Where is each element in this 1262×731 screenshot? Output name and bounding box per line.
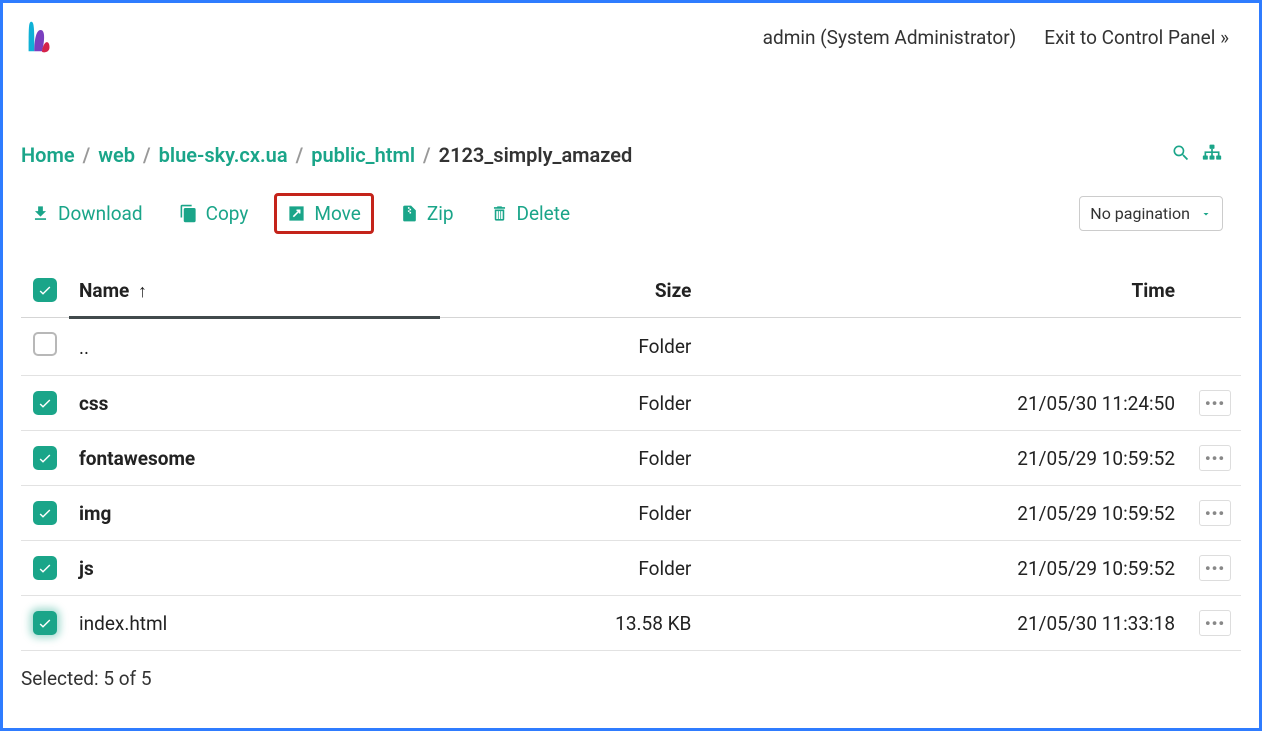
exit-link[interactable]: Exit to Control Panel » (1044, 26, 1229, 49)
file-size: Folder (440, 431, 702, 486)
pagination-select[interactable]: No pagination (1079, 196, 1223, 231)
delete-label: Delete (517, 202, 571, 225)
zip-label: Zip (427, 202, 454, 225)
row-checkbox[interactable] (33, 332, 57, 356)
file-name[interactable]: js (69, 541, 440, 596)
file-time: 21/05/29 10:59:52 (701, 541, 1185, 596)
row-checkbox[interactable] (33, 501, 57, 525)
size-column-header[interactable]: Size (440, 268, 702, 318)
file-time: 21/05/30 11:33:18 (701, 596, 1185, 651)
breadcrumb-item[interactable]: public_html (311, 143, 415, 167)
file-name[interactable]: css (69, 376, 440, 431)
copy-label: Copy (206, 202, 249, 225)
search-icon[interactable] (1171, 143, 1191, 167)
copy-button[interactable]: Copy (169, 196, 259, 231)
chevron-down-icon (1200, 208, 1212, 220)
row-checkbox[interactable] (33, 556, 57, 580)
table-row[interactable]: jsFolder21/05/29 10:59:52 ••• (21, 541, 1241, 596)
table-row[interactable]: imgFolder21/05/29 10:59:52 ••• (21, 486, 1241, 541)
file-time: 21/05/30 11:24:50 (701, 376, 1185, 431)
selection-status: Selected: 5 of 5 (3, 651, 1259, 706)
file-size: Folder (440, 376, 702, 431)
file-time: 21/05/29 10:59:52 (701, 486, 1185, 541)
row-actions-button[interactable]: ••• (1199, 390, 1231, 416)
breadcrumb-separator: / (423, 143, 431, 167)
breadcrumb-separator: / (143, 143, 151, 167)
row-actions-button[interactable]: ••• (1199, 555, 1231, 581)
user-link[interactable]: admin (System Administrator) (763, 26, 1017, 49)
table-row[interactable]: index.html13.58 KB21/05/30 11:33:18 ••• (21, 596, 1241, 651)
sort-arrow-up-icon: ↑ (138, 281, 147, 302)
breadcrumb-item[interactable]: web (98, 143, 135, 167)
tree-icon[interactable] (1201, 143, 1223, 167)
delete-button[interactable]: Delete (480, 196, 581, 231)
row-actions-button[interactable]: ••• (1199, 500, 1231, 526)
row-actions-button[interactable]: ••• (1199, 610, 1231, 636)
breadcrumb-item[interactable]: blue-sky.cx.ua (159, 143, 288, 167)
download-label: Download (58, 202, 143, 225)
logo (21, 17, 59, 57)
table-row[interactable]: fontawesomeFolder21/05/29 10:59:52 ••• (21, 431, 1241, 486)
row-checkbox[interactable] (33, 611, 57, 635)
time-column-header[interactable]: Time (701, 268, 1185, 318)
select-all-checkbox[interactable] (33, 278, 57, 302)
file-name[interactable]: .. (69, 318, 440, 376)
zip-button[interactable]: Zip (390, 196, 464, 231)
file-size: Folder (440, 486, 702, 541)
file-size: 13.58 KB (440, 596, 702, 651)
row-checkbox[interactable] (33, 446, 57, 470)
table-row[interactable]: cssFolder21/05/30 11:24:50 ••• (21, 376, 1241, 431)
pagination-label: No pagination (1090, 204, 1190, 223)
breadcrumb-separator: / (296, 143, 304, 167)
file-name[interactable]: index.html (69, 596, 440, 651)
name-column-header[interactable]: Name ↑ (69, 268, 440, 318)
file-size: Folder (440, 541, 702, 596)
row-actions-button[interactable]: ••• (1199, 445, 1231, 471)
table-row[interactable]: ..Folder (21, 318, 1241, 376)
breadcrumb-separator: / (83, 143, 91, 167)
move-label: Move (314, 202, 360, 225)
download-button[interactable]: Download (21, 196, 153, 231)
breadcrumb-item[interactable]: 2123_simply_amazed (439, 143, 633, 167)
breadcrumb-item[interactable]: Home (21, 143, 75, 167)
breadcrumb: Home / web / blue-sky.cx.ua / public_html / 2123… (21, 143, 632, 167)
file-name[interactable]: img (69, 486, 440, 541)
file-size: Folder (440, 318, 702, 376)
row-checkbox[interactable] (33, 391, 57, 415)
file-name[interactable]: fontawesome (69, 431, 440, 486)
move-button[interactable]: Move (274, 193, 373, 234)
file-time (701, 318, 1185, 376)
file-time: 21/05/29 10:59:52 (701, 431, 1185, 486)
